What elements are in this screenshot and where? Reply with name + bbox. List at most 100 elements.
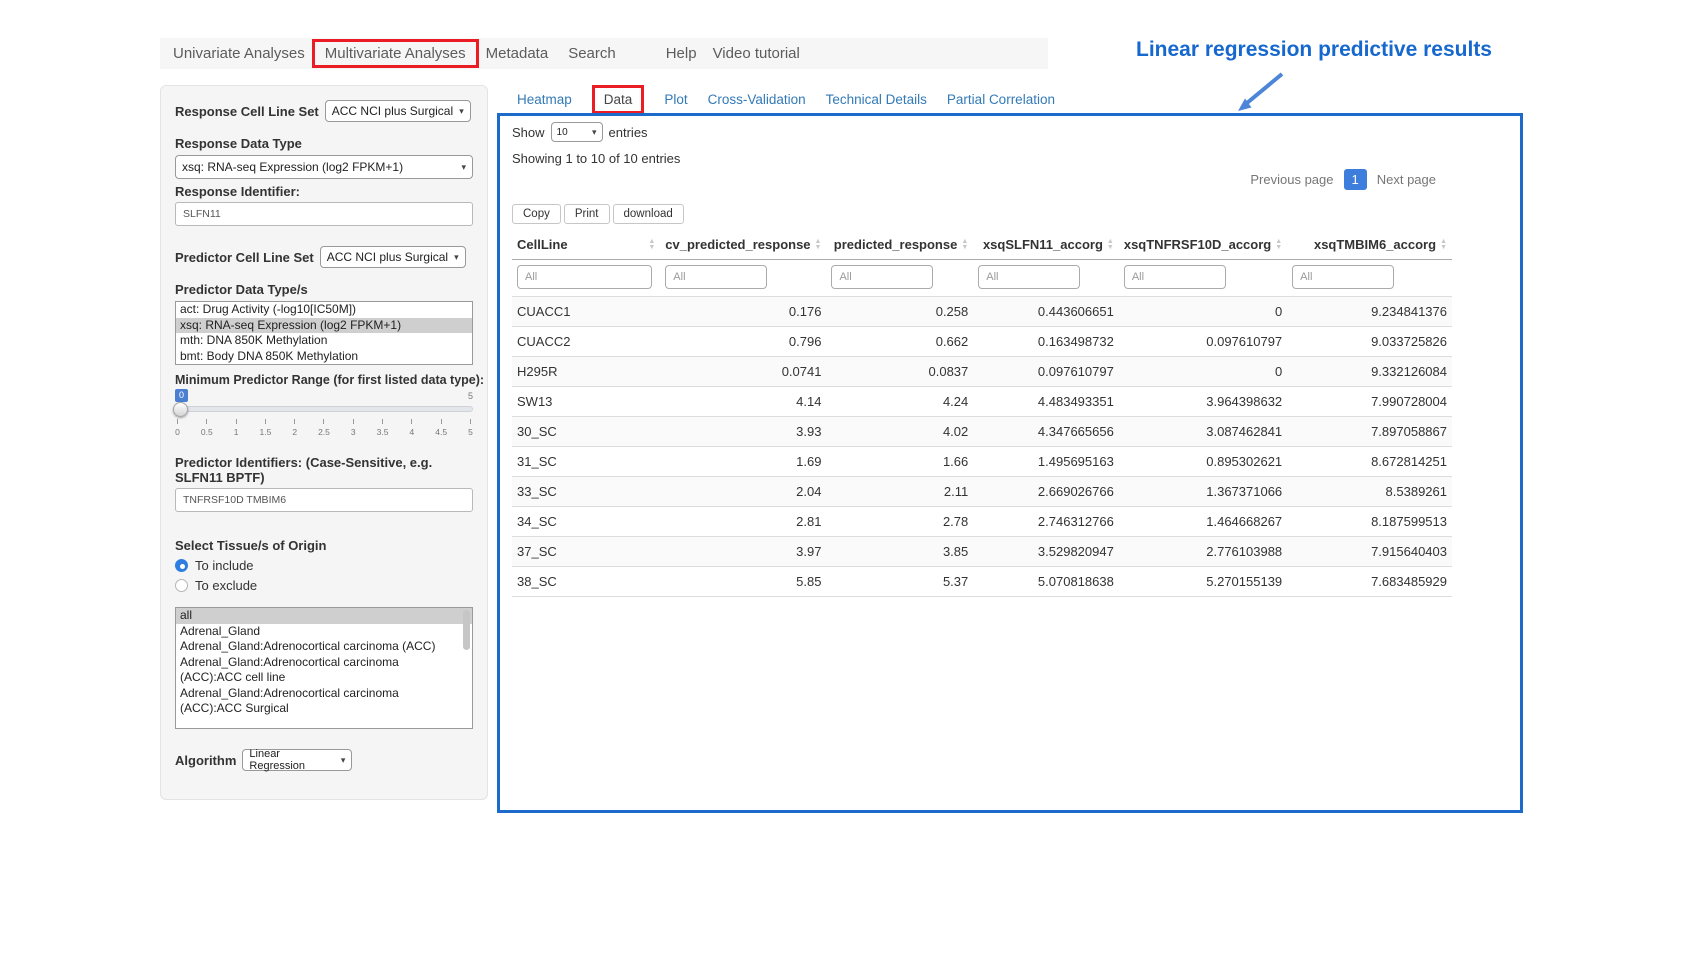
cell-xsqtmbim6-accorg: 9.234841376: [1287, 297, 1452, 327]
tab-partial-correlation[interactable]: Partial Correlation: [947, 92, 1055, 107]
slider-handle[interactable]: [173, 402, 188, 417]
table-row: 31_SC 1.69 1.66 1.495695163 0.895302621 …: [512, 447, 1452, 477]
results-table: CellLine▲▼ cv_predicted_response▲▼ predi…: [512, 230, 1452, 597]
cell-xsqtnfrsf10d-accorg: 1.367371066: [1119, 477, 1287, 507]
slider-grid: 00.511.522.533.544.55: [177, 419, 471, 437]
table-row: CUACC2 0.796 0.662 0.163498732 0.0976107…: [512, 327, 1452, 357]
cell-xsqslfn11-accorg: 0.163498732: [973, 327, 1119, 357]
column-header-label: xsqSLFN11_accorg: [983, 237, 1103, 252]
predictor-data-type-option[interactable]: mth: DNA 850K Methylation: [176, 333, 472, 349]
sort-icon[interactable]: ▲▼: [1107, 239, 1114, 251]
filter-input-xsqslfn11-accorg[interactable]: [978, 265, 1080, 289]
copy-button[interactable]: Copy: [512, 204, 561, 224]
response-data-type-select[interactable]: xsq: RNA-seq Expression (log2 FPKM+1) ▾: [175, 155, 473, 179]
response-cell-line-set-label: Response Cell Line Set: [175, 104, 319, 119]
tissue-option-selected[interactable]: all: [176, 608, 472, 624]
filter-input-cellline[interactable]: [517, 265, 652, 289]
tick-mark: [177, 419, 178, 424]
algorithm-row: Algorithm Linear Regression ▾: [175, 749, 473, 771]
predictor-identifiers-label: Predictor Identifiers: (Case-Sensitive, …: [175, 455, 473, 485]
tissue-exclude-radio[interactable]: To exclude: [175, 578, 473, 593]
tick-label: 4: [410, 427, 415, 437]
scrollbar[interactable]: [463, 610, 470, 650]
nav-item-video-tutorial[interactable]: Video tutorial: [713, 45, 800, 62]
sort-icon[interactable]: ▲▼: [648, 239, 655, 251]
response-cell-line-set-select[interactable]: ACC NCI plus Surgical ▾: [325, 100, 471, 122]
algorithm-select[interactable]: Linear Regression ▾: [242, 749, 352, 771]
predictor-cell-line-set-label: Predictor Cell Line Set: [175, 250, 314, 265]
radio-unchecked-icon: [175, 579, 188, 592]
column-header-xsqslfn11-accorg[interactable]: xsqSLFN11_accorg ▲▼: [978, 237, 1114, 252]
nav-item-metadata[interactable]: Metadata: [486, 45, 549, 62]
filter-input-xsqtmbim6-accorg[interactable]: [1292, 265, 1394, 289]
print-button[interactable]: Print: [564, 204, 610, 224]
cell-predicted-response: 1.66: [826, 447, 973, 477]
tab-plot[interactable]: Plot: [664, 92, 687, 107]
sort-icon[interactable]: ▲▼: [1440, 239, 1447, 251]
cell-xsqtmbim6-accorg: 7.990728004: [1287, 387, 1452, 417]
chevron-down-icon: ▾: [459, 106, 464, 117]
column-header-cellline[interactable]: CellLine▲▼: [517, 237, 655, 252]
nav-item-multivariate-analyses[interactable]: Multivariate Analyses: [325, 45, 466, 62]
min-predictor-range-label: Minimum Predictor Range (for first liste…: [175, 373, 473, 387]
predictor-data-type-option-selected[interactable]: xsq: RNA-seq Expression (log2 FPKM+1): [176, 318, 472, 334]
sidebar-panel: Response Cell Line Set ACC NCI plus Surg…: [160, 85, 488, 800]
tab-heatmap[interactable]: Heatmap: [517, 92, 572, 107]
download-button[interactable]: download: [613, 204, 684, 224]
page-length-select[interactable]: 10 ▾: [551, 122, 603, 142]
column-header-cv-predicted-response[interactable]: cv_predicted_response▲▼: [665, 237, 821, 252]
annotation-arrow-icon: [1232, 70, 1292, 114]
cell-predicted-response: 0.258: [826, 297, 973, 327]
sort-icon[interactable]: ▲▼: [815, 239, 822, 251]
tab-cross-validation[interactable]: Cross-Validation: [708, 92, 806, 107]
next-page-button[interactable]: Next page: [1377, 172, 1436, 187]
tissue-option[interactable]: Adrenal_Gland: [176, 624, 472, 640]
slider-tick: 1.5: [265, 419, 266, 437]
column-header-predicted-response[interactable]: predicted_response▲▼: [831, 237, 968, 252]
min-predictor-range-slider: 0 5 00.511.522.533.544.55: [175, 389, 473, 445]
cell-xsqslfn11-accorg: 2.746312766: [973, 507, 1119, 537]
chevron-down-icon: ▾: [454, 252, 459, 263]
tick-label: 4.5: [435, 427, 447, 437]
tissue-option[interactable]: Adrenal_Gland:Adrenocortical carcinoma (…: [176, 686, 472, 717]
slider-track[interactable]: [175, 406, 473, 412]
tick-mark: [206, 419, 207, 424]
tick-label: 3.5: [377, 427, 389, 437]
response-cell-line-set-value: ACC NCI plus Surgical: [332, 104, 453, 118]
filter-input-cv-predicted-response[interactable]: [665, 265, 767, 289]
predictor-identifiers-input[interactable]: [175, 488, 473, 512]
previous-page-button[interactable]: Previous page: [1250, 172, 1333, 187]
tab-data[interactable]: Data: [604, 92, 633, 107]
cell-cellline: 34_SC: [512, 507, 660, 537]
nav-item-help[interactable]: Help: [666, 45, 697, 62]
sort-icon[interactable]: ▲▼: [1275, 239, 1282, 251]
response-identifier-input[interactable]: [175, 202, 473, 226]
table-row: 30_SC 3.93 4.02 4.347665656 3.087462841 …: [512, 417, 1452, 447]
cell-xsqtmbim6-accorg: 7.915640403: [1287, 537, 1452, 567]
response-identifier-label: Response Identifier:: [175, 184, 473, 199]
sort-icon[interactable]: ▲▼: [961, 239, 968, 251]
slider-value-badge: 0: [175, 389, 188, 402]
predictor-data-type-option[interactable]: bmt: Body DNA 850K Methylation: [176, 349, 472, 365]
nav-item-search[interactable]: Search: [568, 45, 616, 62]
tissue-option[interactable]: Adrenal_Gland:Adrenocortical carcinoma (…: [176, 639, 472, 655]
response-data-type-value: xsq: RNA-seq Expression (log2 FPKM+1): [182, 160, 403, 174]
table-row: 33_SC 2.04 2.11 2.669026766 1.367371066 …: [512, 477, 1452, 507]
column-header-xsqtnfrsf10d-accorg[interactable]: xsqTNFRSF10D_accorg▲▼: [1124, 237, 1282, 252]
nav-item-univariate-analyses[interactable]: Univariate Analyses: [173, 45, 305, 62]
tissue-option[interactable]: Adrenal_Gland:Adrenocortical carcinoma (…: [176, 655, 472, 686]
cell-cellline: 33_SC: [512, 477, 660, 507]
predictor-data-type-option[interactable]: act: Drug Activity (-log10[IC50M]): [176, 302, 472, 318]
cell-cellline: 38_SC: [512, 567, 660, 597]
column-header-xsqtmbim6-accorg[interactable]: xsqTMBIM6_accorg▲▼: [1292, 237, 1447, 252]
filter-input-predicted-response[interactable]: [831, 265, 933, 289]
cell-xsqtmbim6-accorg: 9.033725826: [1287, 327, 1452, 357]
tick-mark: [470, 419, 471, 424]
filter-input-xsqtnfrsf10d-accorg[interactable]: [1124, 265, 1226, 289]
predictor-cell-line-set-select[interactable]: ACC NCI plus Surgical ▾: [320, 246, 466, 268]
cell-predicted-response: 0.0837: [826, 357, 973, 387]
current-page-button[interactable]: 1: [1344, 169, 1367, 190]
tab-technical-details[interactable]: Technical Details: [826, 92, 927, 107]
tissue-include-radio[interactable]: To include: [175, 558, 473, 573]
slider-tick: 5: [470, 419, 471, 437]
